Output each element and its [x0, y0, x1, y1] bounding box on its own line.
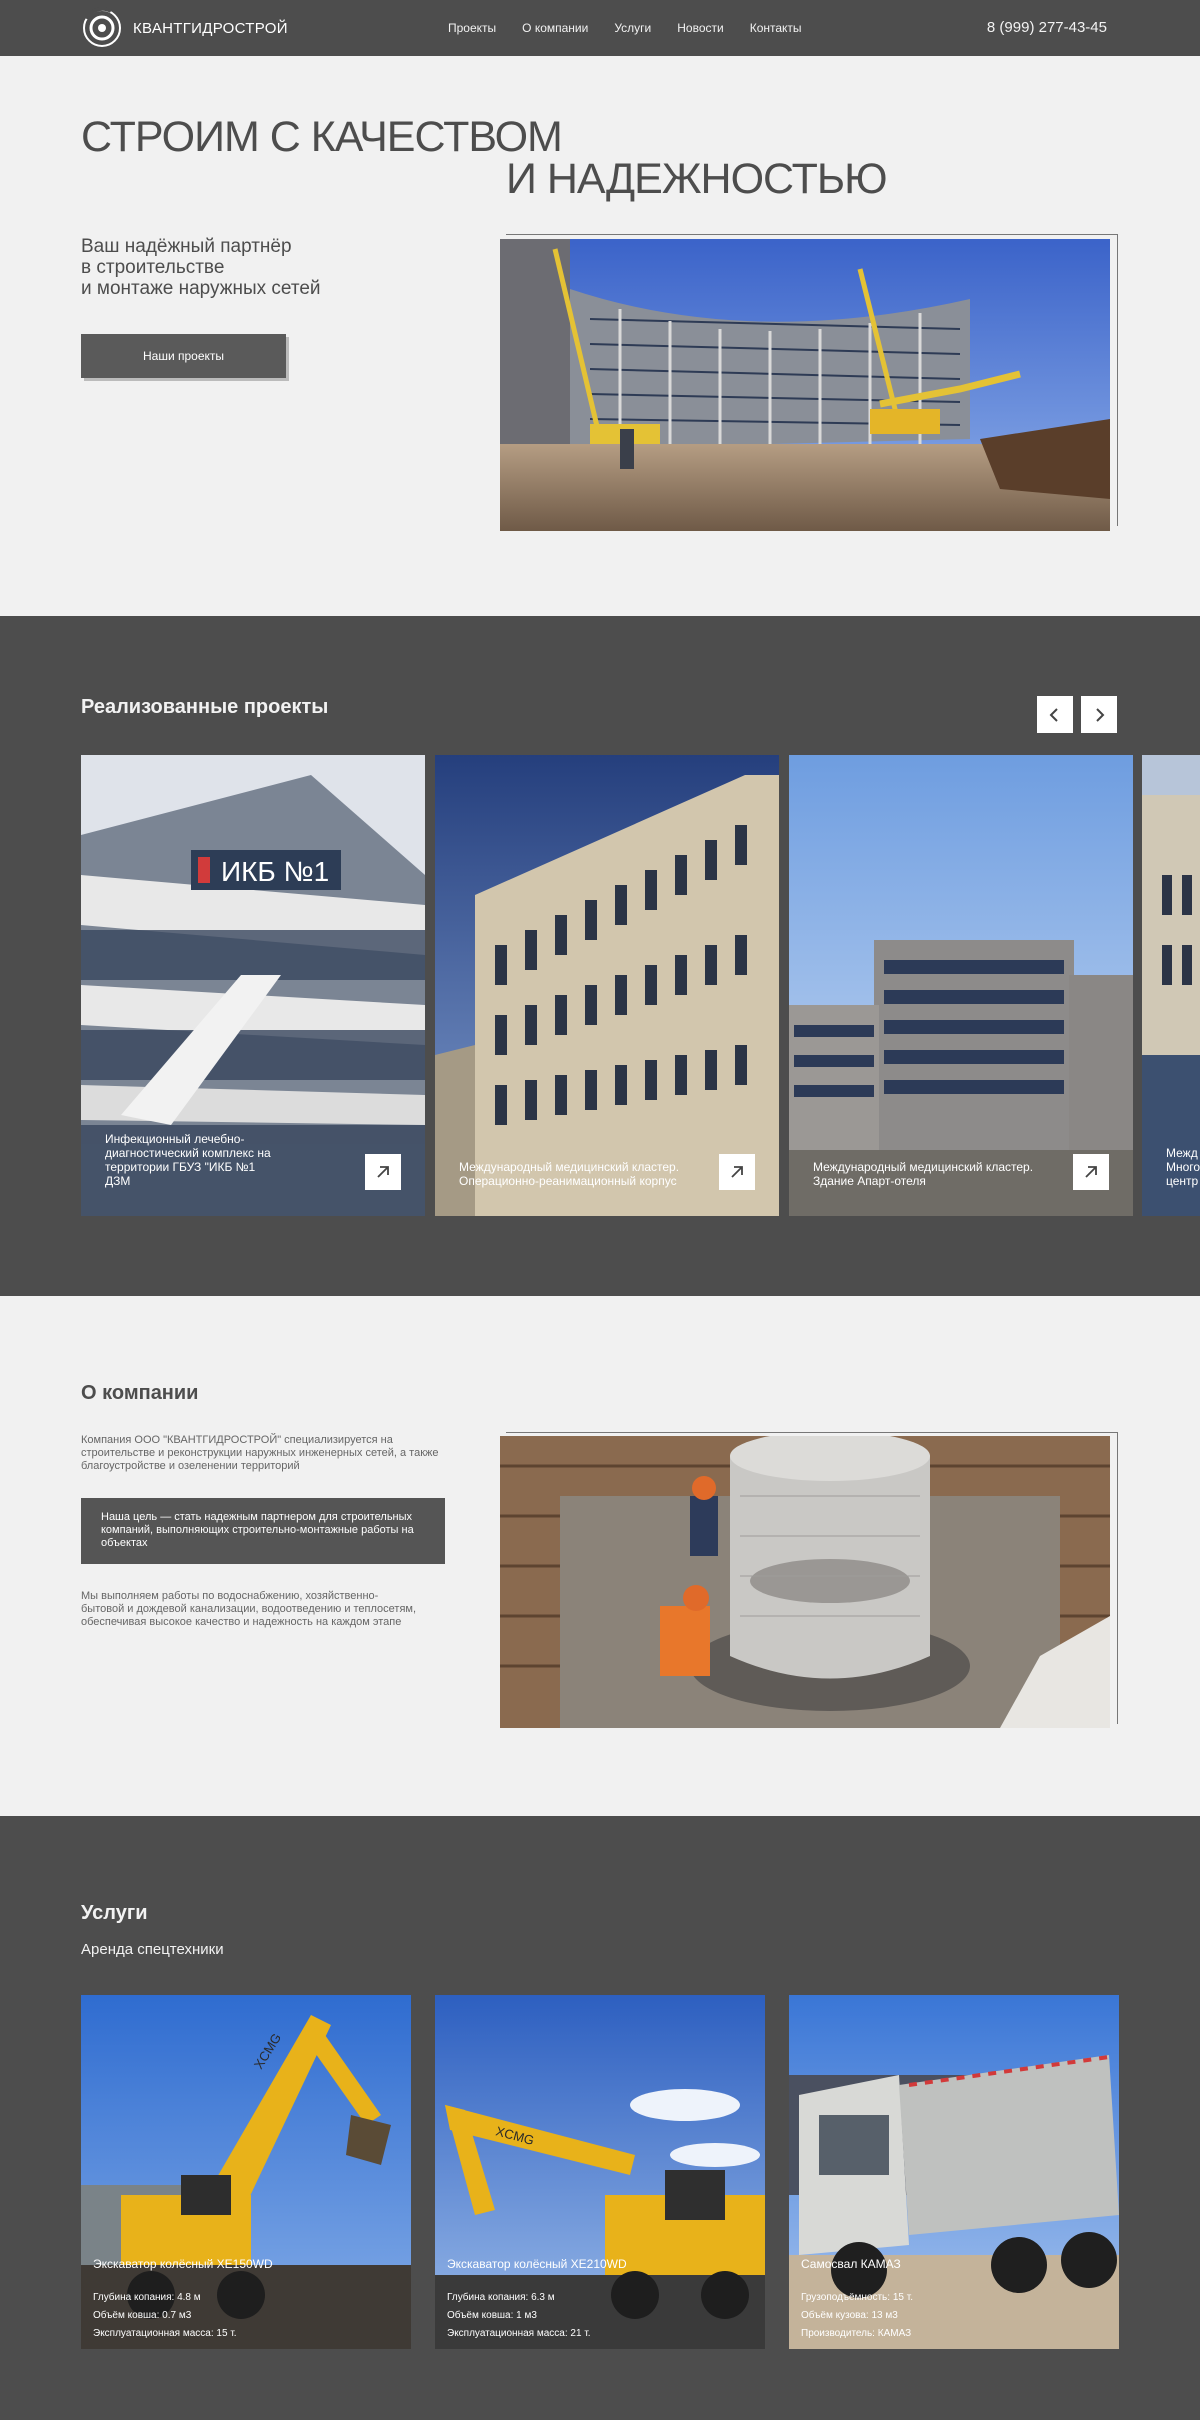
project-caption: Международный медицинский кластер. Опера… — [459, 1160, 680, 1188]
arrow-up-right-icon — [377, 1166, 389, 1178]
hero-section: СТРОИМ С КАЧЕСТВОМ И НАДЕЖНОСТЬЮ Ваш над… — [0, 56, 1200, 616]
project-caption: Инфекционный лечебно-диагностический ком… — [105, 1132, 271, 1188]
service-name: Экскаватор колёсный XE150WD — [93, 2257, 273, 2271]
project-photo — [435, 755, 779, 1216]
prev-button[interactable] — [1037, 696, 1073, 733]
logo-text: КВАНТГИДРОСТРОЙ — [133, 19, 288, 37]
service-spec-mass: Эксплуатационная масса: 15 т. — [93, 2328, 237, 2339]
phone-number[interactable]: 8 (999) 277-43-45 — [987, 19, 1107, 36]
next-button[interactable] — [1081, 696, 1117, 733]
project-card[interactable]: ИКБ №1 Инфекционный лечебно-диагностичес… — [81, 755, 425, 1216]
service-card[interactable]: Самосвал КАМАЗ Грузоподъёмность: 15 т. О… — [789, 1995, 1119, 2349]
service-card[interactable]: XCMG Экскаватор колёсный XE210WD Глубина… — [435, 1995, 765, 2349]
logo-icon — [81, 6, 123, 49]
project-link-button[interactable] — [1073, 1154, 1109, 1190]
project-card[interactable]: Международный медицинский кластер. Здани… — [789, 755, 1133, 1216]
nav-services[interactable]: Услуги — [614, 21, 651, 35]
arrow-up-right-icon — [1085, 1166, 1097, 1178]
logo[interactable]: КВАНТГИДРОСТРОЙ — [81, 6, 288, 49]
services-section: Услуги Аренда спецтехники XCMG Экскавато… — [0, 1816, 1200, 2420]
service-name: Экскаватор колёсный XE210WD — [447, 2257, 627, 2271]
service-spec-depth: Глубина копания: 6.3 м — [447, 2292, 555, 2303]
nav-projects[interactable]: Проекты — [448, 21, 496, 35]
hero-title-line1: СТРОИМ С КАЧЕСТВОМ — [81, 113, 563, 161]
about-title: О компании — [81, 1382, 199, 1404]
service-spec-mass: Эксплуатационная масса: 21 т. — [447, 2328, 591, 2339]
service-spec-manufacturer: Производитель: КАМАЗ — [801, 2328, 912, 2339]
services-subtitle: Аренда спецтехники — [81, 1941, 224, 1958]
hero-subtitle-line2: в строительстве — [81, 257, 225, 278]
service-spec-volume: Объём ковша: 0.7 м3 — [93, 2310, 192, 2321]
hero-photo — [500, 239, 1110, 531]
nav-news[interactable]: Новости — [677, 21, 723, 35]
service-spec-volume: Объём ковша: 1 м3 — [447, 2310, 537, 2321]
projects-section: Реализованные проекты ИКБ №1 Инфекционны… — [0, 616, 1200, 1296]
hero-title-line2: И НАДЕЖНОСТЬЮ — [506, 155, 888, 203]
projects-title: Реализованные проекты — [81, 696, 329, 718]
services-title: Услуги — [81, 1902, 148, 1924]
hero-subtitle-line3: и монтаже наружных сетей — [81, 278, 321, 299]
service-spec-body-volume: Объём кузова: 13 м3 — [801, 2310, 898, 2321]
main-nav: Проекты О компании Услуги Новости Контак… — [448, 0, 802, 56]
about-description: Компания ООО "КВАНТГИДРОСТРОЙ" специализ… — [81, 1434, 439, 1472]
project-caption: Межд Много центр — [1166, 1146, 1200, 1188]
site-header: КВАНТГИДРОСТРОЙ Проекты О компании Услуг… — [0, 0, 1200, 56]
chevron-right-icon — [1096, 707, 1105, 722]
nav-about[interactable]: О компании — [522, 21, 588, 35]
service-name: Самосвал КАМАЗ — [801, 2257, 901, 2271]
service-spec-capacity: Грузоподъёмность: 15 т. — [801, 2292, 913, 2303]
service-specs: Глубина копания: 6.3 м Объём ковша: 1 м3… — [447, 2289, 591, 2343]
project-link-button[interactable] — [365, 1154, 401, 1190]
project-photo — [789, 755, 1133, 1216]
hero-subtitle: Ваш надёжный партнёр в строительстве и м… — [81, 236, 381, 299]
project-caption: Международный медицинский кластер. Здани… — [813, 1160, 1034, 1188]
project-link-button[interactable] — [719, 1154, 755, 1190]
about-services-text: Мы выполняем работы по водоснабжению, хо… — [81, 1590, 417, 1628]
service-specs: Глубина копания: 4.8 м Объём ковша: 0.7 … — [93, 2289, 237, 2343]
our-projects-button[interactable]: Наши проекты — [81, 334, 286, 378]
service-spec-depth: Глубина копания: 4.8 м — [93, 2292, 201, 2303]
arrow-up-right-icon — [731, 1166, 743, 1178]
project-card[interactable]: Международный медицинский кластер. Опера… — [435, 755, 779, 1216]
hero-subtitle-line1: Ваш надёжный партнёр — [81, 236, 292, 257]
service-card[interactable]: XCMG Экскаватор колёсный XE150WD Глубина… — [81, 1995, 411, 2349]
nav-contacts[interactable]: Контакты — [750, 21, 802, 35]
about-photo — [500, 1436, 1110, 1728]
building-sign-text: ИКБ №1 — [221, 856, 329, 887]
project-card[interactable]: Межд Много центр — [1142, 755, 1200, 1216]
chevron-left-icon — [1049, 707, 1058, 722]
service-specs: Грузоподъёмность: 15 т. Объём кузова: 13… — [801, 2289, 913, 2343]
about-section: О компании Компания ООО "КВАНТГИДРОСТРОЙ… — [0, 1296, 1200, 1816]
about-goal-box: Наша цель — стать надежным партнером для… — [81, 1498, 445, 1564]
